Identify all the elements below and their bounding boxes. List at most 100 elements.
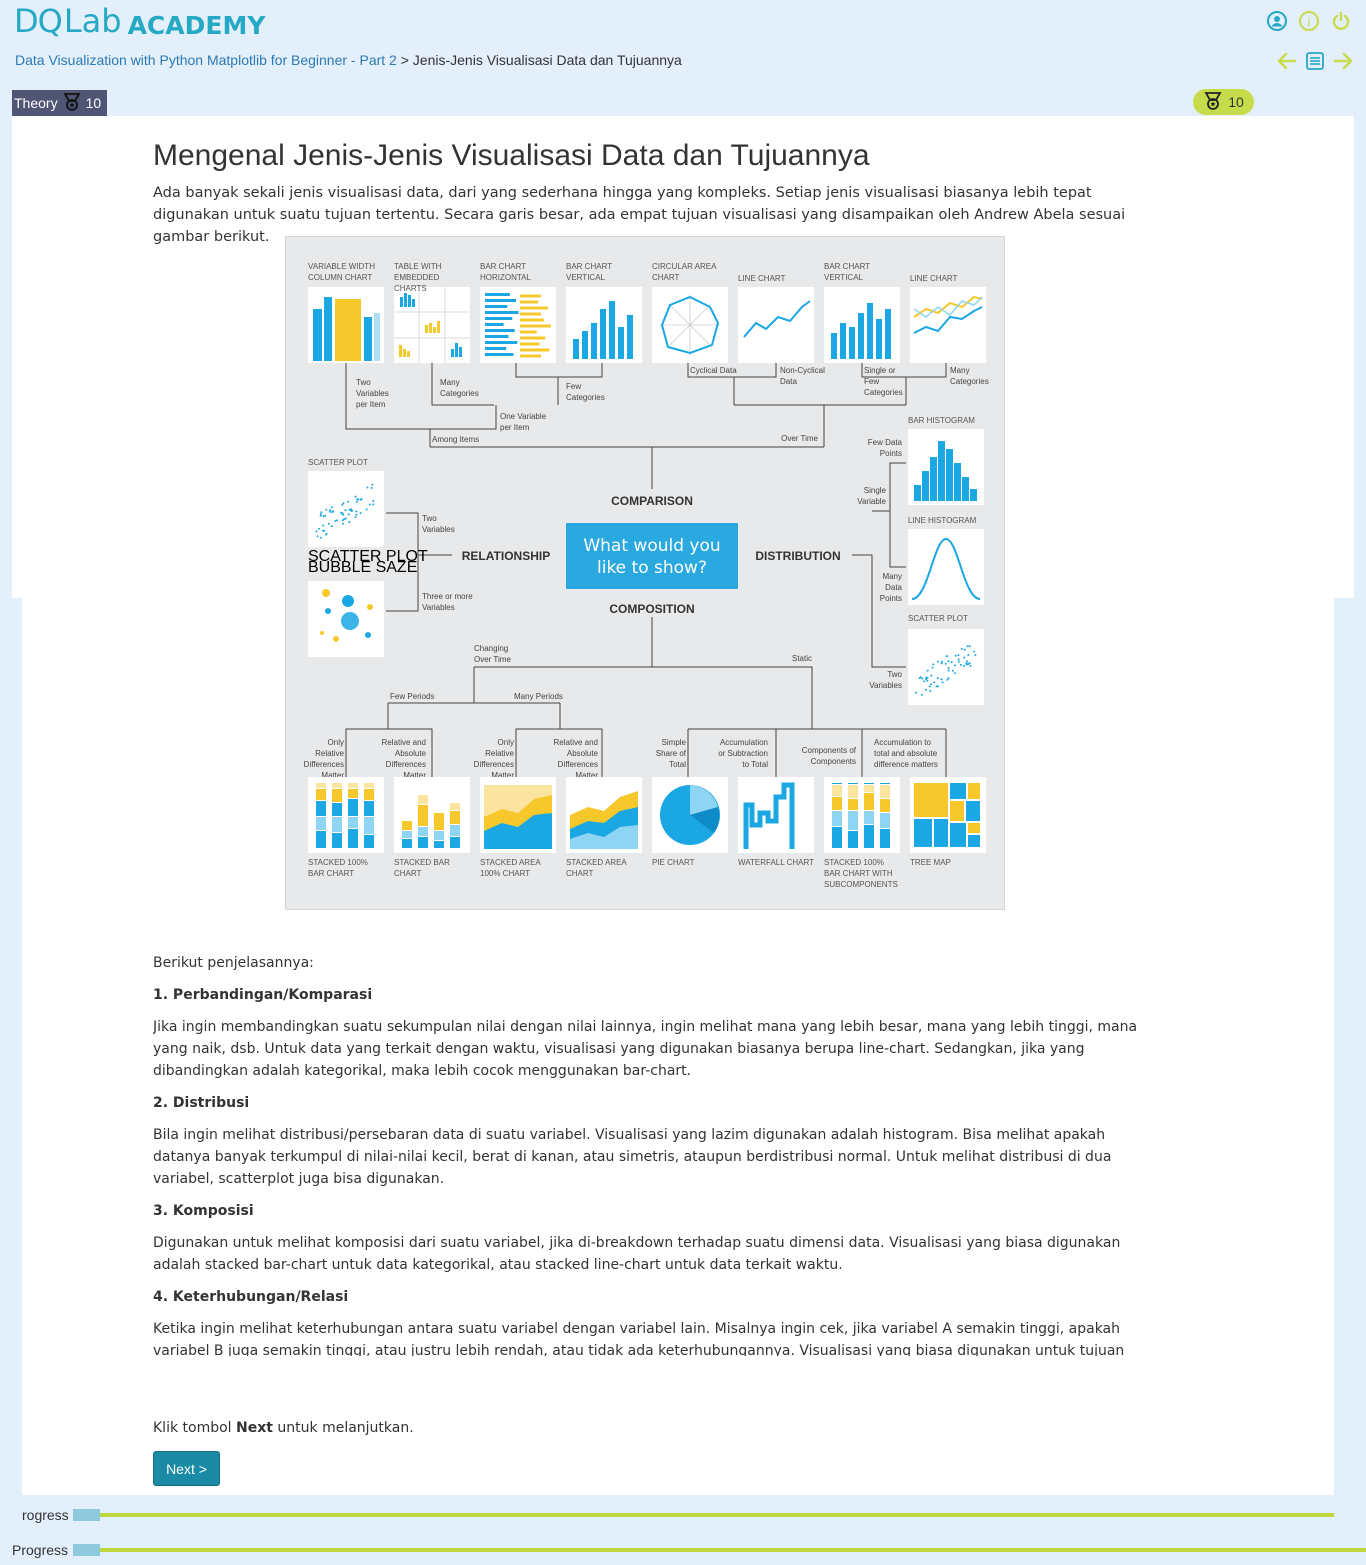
thumb-bar-vertical-2 xyxy=(824,287,900,363)
scatter-dot xyxy=(359,498,362,501)
scatter-dot xyxy=(371,483,374,486)
scatter-dot xyxy=(330,525,333,528)
progress-fill xyxy=(73,1509,100,1521)
scatter-dot xyxy=(963,648,966,651)
branch-label: Single or Few Categories xyxy=(864,366,903,397)
thumb-bar-horizontal xyxy=(480,287,556,363)
thumb-bar-vertical xyxy=(566,287,642,363)
stack-segment xyxy=(880,813,890,828)
scatter-dot xyxy=(962,664,965,667)
scatter-dot xyxy=(372,503,375,506)
scatter-dot xyxy=(968,645,971,648)
medal-icon xyxy=(1203,91,1223,114)
stack-segment xyxy=(402,831,412,838)
explanation-lead: Berikut penjelasannya: xyxy=(153,955,314,971)
scatter-dot xyxy=(324,514,327,517)
chart-title-scatter: SCATTER PLOT xyxy=(308,458,368,467)
medal-icon xyxy=(62,92,82,115)
top-toolbar: i xyxy=(1266,10,1352,32)
scatter-dot xyxy=(951,669,954,672)
scatter-dot xyxy=(963,656,966,659)
scatter-dot xyxy=(343,518,346,521)
chart-title-bottom: PIE CHART xyxy=(652,858,695,867)
hbar xyxy=(485,293,510,296)
hbar xyxy=(520,300,539,304)
scatter-dot xyxy=(960,648,963,650)
scatter-dot xyxy=(954,672,956,675)
scatter-dot xyxy=(331,506,333,509)
hbar xyxy=(520,306,548,310)
stack-segment xyxy=(348,817,358,828)
list-icon[interactable] xyxy=(1304,50,1326,72)
branch-label: Cyclical Data xyxy=(690,366,737,375)
hbar xyxy=(520,336,546,340)
scatter-dot xyxy=(940,678,943,681)
thumb-scatter-left xyxy=(308,471,384,547)
scatter-dot xyxy=(347,500,350,503)
power-icon[interactable] xyxy=(1330,10,1352,32)
scatter-dot xyxy=(925,688,927,691)
progress-bar-2: Progress xyxy=(0,1540,1366,1560)
category-composition: COMPOSITION xyxy=(609,602,694,616)
hbar xyxy=(520,318,544,322)
stack-segment xyxy=(848,783,858,784)
stack-segment xyxy=(434,813,444,830)
scatter-dot xyxy=(921,677,924,680)
stack-segment xyxy=(364,789,374,800)
stack-segment xyxy=(364,835,374,848)
branch-label: One Variable per Item xyxy=(500,412,547,432)
thumb-bubble xyxy=(308,581,384,657)
scatter-dot xyxy=(348,521,351,524)
hbar xyxy=(520,294,541,298)
stack-segment xyxy=(418,795,428,804)
progress-bar-1: rogress xyxy=(0,1505,1366,1525)
section-text: Bila ingin melihat distribusi/persebaran… xyxy=(153,1127,1112,1187)
category-distribution: DISTRIBUTION xyxy=(755,549,840,563)
stack-segment xyxy=(316,831,326,848)
stack-segment xyxy=(880,829,890,848)
section-text: Jika ingin membandingkan suatu sekumpula… xyxy=(153,1019,1138,1079)
chart-title-scatter-right: SCATTER PLOT xyxy=(908,614,968,623)
stack-segment xyxy=(848,811,858,830)
scatter-dot xyxy=(328,510,331,513)
scatter-dot xyxy=(319,513,322,516)
scatter-dot xyxy=(357,498,360,501)
stack-segment xyxy=(880,783,890,784)
stack-segment xyxy=(832,785,842,796)
arrow-right-icon[interactable] xyxy=(1332,50,1354,72)
scatter-dot xyxy=(967,654,970,656)
stack-segment xyxy=(418,837,428,848)
stack-segment xyxy=(880,799,890,812)
info-icon[interactable]: i xyxy=(1298,10,1320,32)
progress-label: Progress xyxy=(12,1542,69,1558)
hbar xyxy=(520,342,540,346)
stack-segment xyxy=(418,827,428,836)
user-icon[interactable] xyxy=(1266,10,1288,32)
arrow-left-icon[interactable] xyxy=(1276,50,1298,72)
scatter-dot xyxy=(918,677,921,679)
stack-segment xyxy=(864,811,874,824)
scatter-dot xyxy=(957,660,960,663)
scatter-dot xyxy=(966,660,968,663)
chart-title-bottom: WATERFALL CHART xyxy=(738,858,814,867)
scatter-dot xyxy=(936,677,939,680)
breadcrumb-course-link[interactable]: Data Visualization with Python Matplotli… xyxy=(15,52,397,68)
chart-title-bottom: STACKED BAR CHART xyxy=(394,858,450,878)
stack-segment xyxy=(316,801,326,816)
dqlab-logo[interactable]: DQ Lab ACADEMY xyxy=(14,2,265,40)
next-button[interactable]: Next > xyxy=(153,1451,220,1486)
stack-segment xyxy=(864,785,874,792)
category-relationship: RELATIONSHIP xyxy=(462,549,550,563)
tab-theory[interactable]: Theory 10 xyxy=(12,90,108,116)
hbar xyxy=(520,348,550,352)
branch-label: Many Categories xyxy=(950,366,989,386)
scatter-dot xyxy=(929,683,932,686)
chart-title-bottom: STACKED 100% BAR CHART WITH SUBCOMPONENTS xyxy=(824,858,898,889)
logo-lab: Lab xyxy=(63,2,122,40)
scatter-dot xyxy=(968,662,971,665)
lesson-header: Mengenal Jenis-Jenis Visualisasi Data da… xyxy=(153,138,1143,248)
branch-label: Three or more Variables xyxy=(422,592,473,612)
breadcrumb: Data Visualization with Python Matplotli… xyxy=(15,52,682,68)
stack-segment xyxy=(848,785,858,798)
stack-segment xyxy=(864,825,874,848)
